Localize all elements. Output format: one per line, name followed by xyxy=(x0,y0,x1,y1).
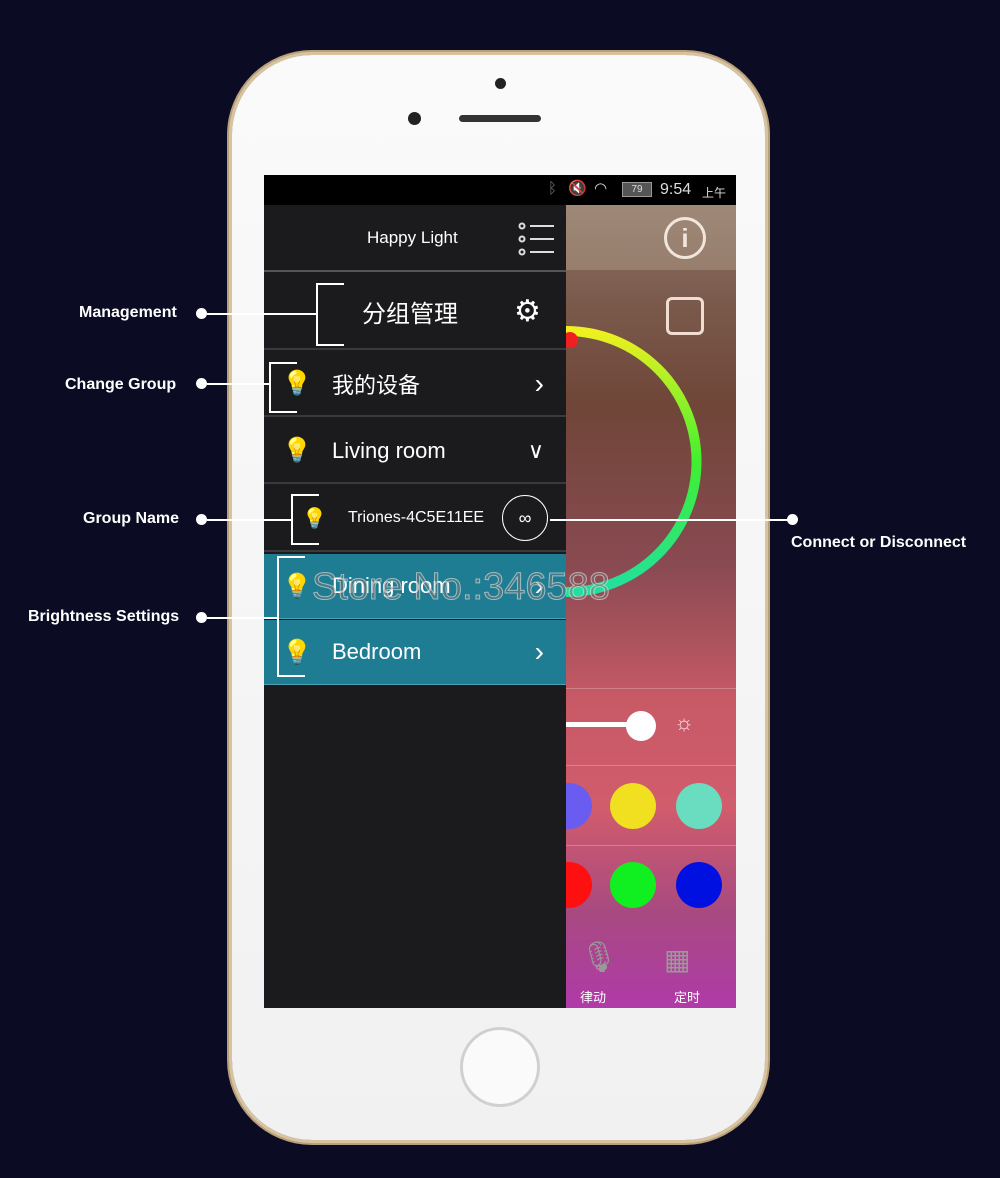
bracket xyxy=(291,494,319,496)
bracket xyxy=(316,344,344,346)
watermark: Store No.:346588 xyxy=(312,566,611,609)
bracket xyxy=(269,362,297,364)
sidebar-header: Happy Light xyxy=(264,205,566,272)
bluetooth-icon: ᛒ xyxy=(548,180,558,197)
calendar-clock-icon[interactable]: ▦ xyxy=(664,943,690,976)
color-ring xyxy=(566,326,702,597)
speaker xyxy=(459,115,541,122)
my-devices-label: 我的设备 xyxy=(332,372,421,398)
battery-icon: 79 xyxy=(622,182,652,197)
annotation-line xyxy=(550,519,790,521)
group-bedroom[interactable]: 💡 Bedroom › xyxy=(264,620,566,685)
wifi-icon: ◠ xyxy=(594,180,608,197)
annotation-group-name: Group Name xyxy=(83,510,180,527)
brightness-slider-thumb[interactable] xyxy=(626,711,656,741)
annotation-brightness: Brightness Settings xyxy=(28,608,180,625)
bracket xyxy=(269,362,271,412)
annotation-line xyxy=(207,313,317,315)
group-living-room[interactable]: 💡 Living room ∨ xyxy=(264,419,566,484)
bracket xyxy=(277,556,305,558)
group-label: Bedroom xyxy=(332,639,422,664)
device-name: Triones-4C5E11EE xyxy=(348,509,485,526)
clock: 9:54 xyxy=(660,181,692,198)
divider xyxy=(566,765,736,766)
status-bar: ᛒ 🔇 ◠ 79 9:54 上午 xyxy=(264,175,736,205)
link-connect-button[interactable]: ∞ xyxy=(502,495,548,541)
bracket xyxy=(269,411,297,413)
color-swatch[interactable] xyxy=(610,862,656,908)
bracket xyxy=(316,283,318,345)
mute-icon: 🔇 xyxy=(568,180,587,197)
chevron-right-icon: › xyxy=(534,636,544,667)
annotation-change-group: Change Group xyxy=(65,376,177,393)
bottom-tab-label[interactable]: 律动 xyxy=(580,987,606,1006)
bracket xyxy=(291,494,293,544)
annotation-connect: Connect or Disconnect xyxy=(791,534,967,551)
chevron-down-icon: ∨ xyxy=(527,437,544,463)
group-management-label: 分组管理 xyxy=(362,300,458,328)
annotation-line xyxy=(207,383,270,385)
color-swatch[interactable] xyxy=(676,783,722,829)
sensor xyxy=(408,112,421,125)
home-button[interactable] xyxy=(460,1027,540,1107)
annotation-line xyxy=(207,617,278,619)
my-devices-row[interactable]: 💡 我的设备 › xyxy=(264,352,566,417)
ampm: 上午 xyxy=(702,186,727,200)
group-label: Living room xyxy=(332,437,446,463)
annotation-dot xyxy=(196,378,207,389)
annotation-dot xyxy=(196,514,207,525)
bulb-on-icon: 💡 xyxy=(282,572,312,600)
brightness-sun-icon: ☼ xyxy=(674,710,695,735)
bulb-on-icon: 💡 xyxy=(282,437,312,464)
divider xyxy=(566,688,736,689)
bracket xyxy=(277,675,305,677)
annotation-dot xyxy=(196,612,207,623)
device-bulb-icon: 💡 xyxy=(302,507,327,530)
settings-gear-icon[interactable]: ⚙ xyxy=(514,294,541,329)
bulb-off-icon: 💡 xyxy=(282,370,312,397)
bracket xyxy=(291,543,319,545)
annotation-management: Management xyxy=(79,304,177,321)
color-swatch[interactable] xyxy=(610,783,656,829)
annotation-line xyxy=(207,519,292,521)
microphone-icon[interactable]: 🎙 xyxy=(580,940,618,975)
bulb-off-icon: 💡 xyxy=(282,638,312,666)
annotation-dot xyxy=(196,308,207,319)
color-swatch[interactable] xyxy=(676,862,722,908)
annotation-dot xyxy=(787,514,798,525)
group-management-row[interactable]: 分组管理 ⚙ xyxy=(264,274,566,350)
bracket xyxy=(316,283,344,285)
list-menu-icon[interactable] xyxy=(518,221,556,257)
chevron-right-icon: › xyxy=(534,367,544,399)
divider xyxy=(566,845,736,846)
bottom-tab-label[interactable]: 定时 xyxy=(674,987,700,1006)
app-title: Happy Light xyxy=(367,227,458,247)
front-camera xyxy=(495,78,506,89)
color-swatch[interactable] xyxy=(566,783,592,829)
bracket xyxy=(277,556,279,676)
color-swatch[interactable] xyxy=(566,862,592,908)
